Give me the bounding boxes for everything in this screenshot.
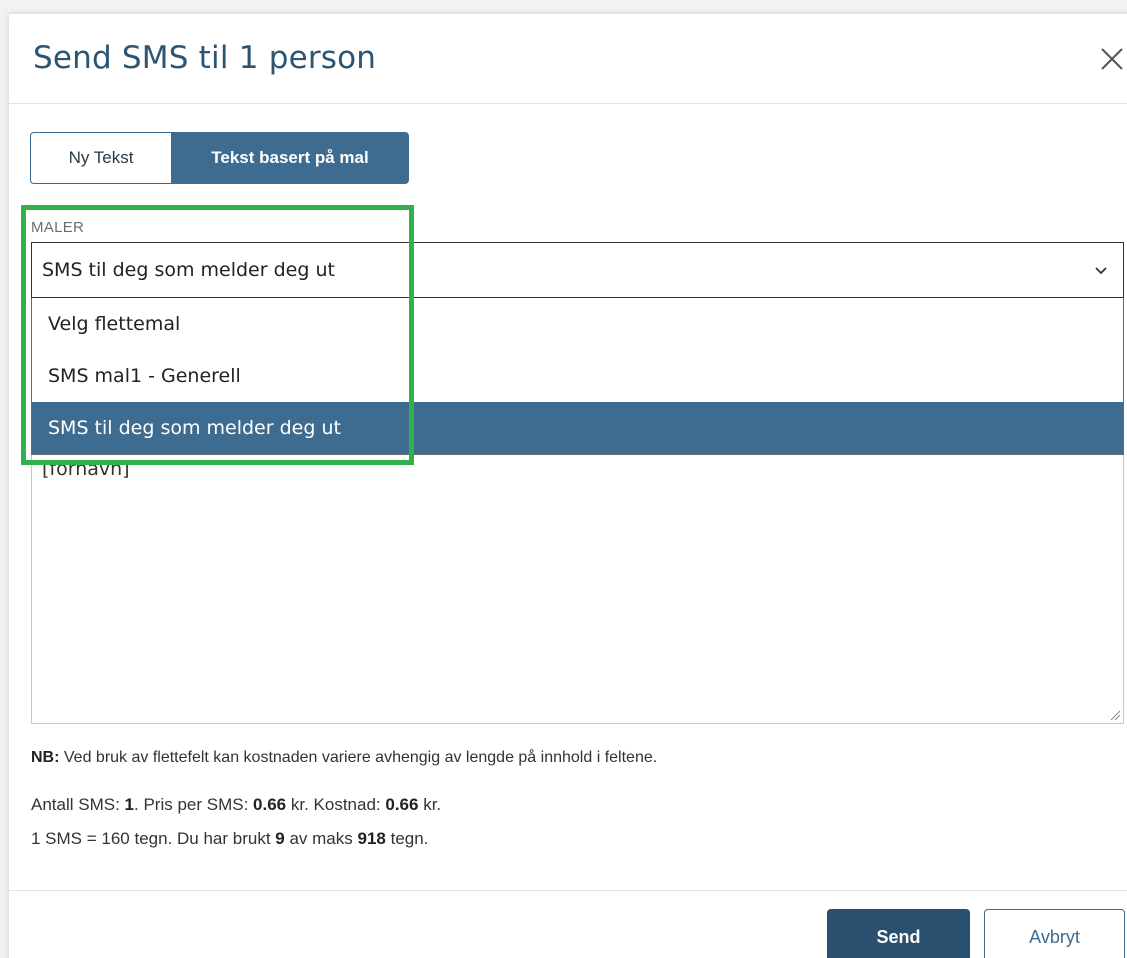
dialog-header: Send SMS til 1 person (9, 14, 1127, 104)
price-label: . Pris per SMS: (134, 795, 254, 814)
total-cost: 0.66 (385, 795, 419, 814)
template-option-velg-flettemal[interactable]: Velg flettemal (32, 298, 1123, 350)
cost-note: NB: Ved bruk av flettefelt kan kostnaden… (31, 749, 657, 767)
price-per-sms: 0.66 (253, 795, 287, 814)
footer-divider (9, 890, 1127, 891)
count-label: Antall SMS: (31, 795, 125, 814)
chars-used: 9 (275, 829, 285, 848)
sms-count: 1 (124, 795, 135, 814)
character-count-summary: 1 SMS = 160 tegn. Du har brukt 9 av maks… (31, 829, 428, 849)
tab-template-text[interactable]: Tekst basert på mal (171, 132, 409, 184)
cost-unit: kr. (418, 795, 442, 814)
chevron-down-icon (1095, 267, 1107, 275)
cancel-button[interactable]: Avbryt (984, 909, 1125, 958)
close-icon (1101, 48, 1123, 70)
note-prefix: NB: (31, 749, 60, 766)
template-option-sms-mal1[interactable]: SMS mal1 - Generell (32, 350, 1123, 402)
template-select[interactable]: SMS til deg som melder deg ut (31, 242, 1124, 298)
message-textarea[interactable]: [fornavn] (31, 439, 1124, 724)
templates-label: MALER (31, 219, 85, 236)
text-mode-tabs: Ny Tekst Tekst basert på mal (30, 132, 409, 184)
price-unit: kr. Kostnad: (286, 795, 386, 814)
template-select-value: SMS til deg som melder deg ut (42, 259, 335, 281)
resize-handle-icon[interactable] (1109, 709, 1121, 721)
sms-dialog: Send SMS til 1 person Ny Tekst Tekst bas… (9, 14, 1127, 958)
note-text: Ved bruk av flettefelt kan kostnaden var… (59, 749, 658, 766)
message-text: [fornavn] (42, 458, 130, 480)
template-option-melder-deg-ut[interactable]: SMS til deg som melder deg ut (32, 402, 1123, 454)
chars-unit: tegn. (385, 829, 429, 848)
dialog-title: Send SMS til 1 person (33, 40, 377, 76)
chars-mid: av maks (284, 829, 358, 848)
template-dropdown-list: Velg flettemal SMS mal1 - Generell SMS t… (31, 298, 1124, 455)
close-button[interactable] (1097, 44, 1127, 74)
chars-label: 1 SMS = 160 tegn. Du har brukt (31, 829, 276, 848)
tab-new-text[interactable]: Ny Tekst (30, 132, 171, 184)
sms-cost-summary: Antall SMS: 1. Pris per SMS: 0.66 kr. Ko… (31, 795, 441, 815)
send-button[interactable]: Send (827, 909, 970, 958)
chars-max: 918 (357, 829, 386, 848)
